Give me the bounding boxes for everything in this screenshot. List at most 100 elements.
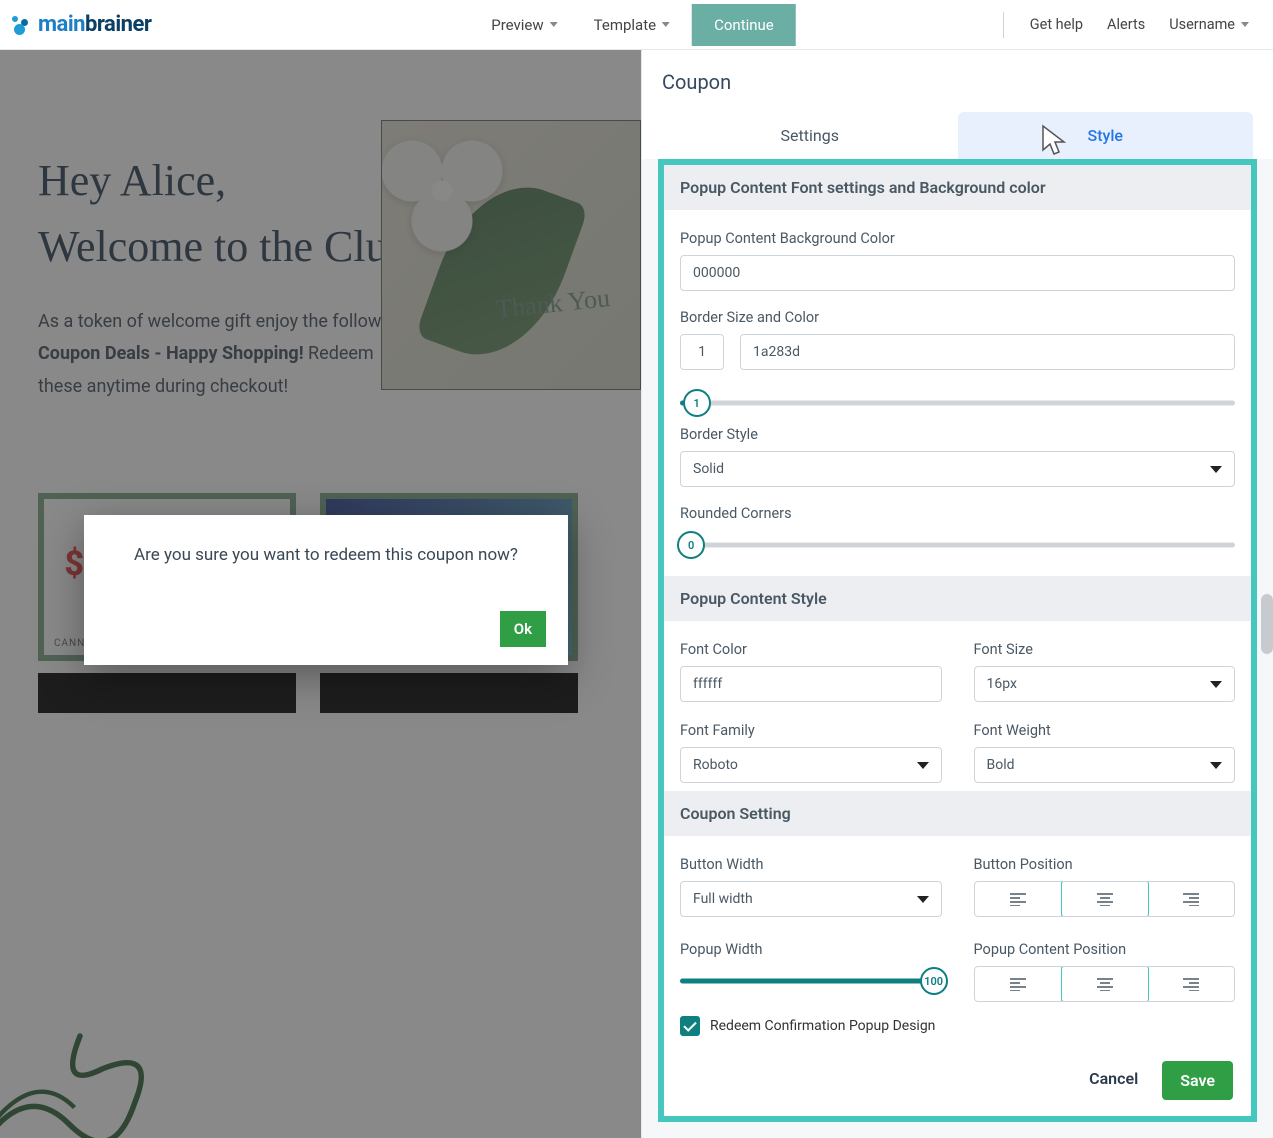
section-font-bg-head: Popup Content Font settings and Backgrou… [664,165,1251,210]
redeem-confirm-checkbox[interactable] [680,1016,700,1036]
border-color-value: 1a283d [753,344,800,360]
button-position-left[interactable] [975,882,1062,916]
canvas-preview: Thank You Hey Alice, Welcome to the Club… [0,50,641,1138]
align-center-icon [1096,892,1114,906]
font-color-input[interactable]: ffffff [680,666,942,702]
font-weight-label: Font Weight [974,722,1236,739]
chevron-down-icon [917,896,929,903]
slider-thumb[interactable]: 1 [683,389,711,417]
continue-button[interactable]: Continue [692,4,796,46]
popup-position-segmented [974,966,1236,1002]
nav-center: Preview Template Continue [477,4,796,46]
confirm-message: Are you sure you want to redeem this cou… [104,545,548,565]
chevron-down-icon [1241,22,1249,27]
chevron-down-icon [917,762,929,769]
border-style-value: Solid [693,461,724,477]
section-content-style-body: Font Color ffffff Font Size 16px [664,621,1251,791]
side-panel: Coupon Settings Style Popup Content Font… [641,50,1273,1138]
rounded-slider[interactable]: 0 [680,530,1235,560]
panel-title: Coupon [662,70,1253,94]
workspace: Thank You Hey Alice, Welcome to the Club… [0,50,1273,1138]
bg-color-value: 000000 [693,265,740,281]
chevron-down-icon [662,22,670,27]
align-left-icon [1009,892,1027,906]
section-font-bg-body: Popup Content Background Color 000000 Bo… [664,210,1251,576]
section-coupon-setting-head: Coupon Setting [664,791,1251,836]
font-weight-select[interactable]: Bold [974,747,1236,783]
align-left-icon [1009,977,1027,991]
font-family-value: Roboto [693,757,738,773]
bg-color-label: Popup Content Background Color [680,230,1235,247]
logo-icon [12,15,32,35]
section-content-style-head: Popup Content Style [664,576,1251,621]
preview-label: Preview [491,16,543,34]
scrollbar-thumb[interactable] [1261,594,1273,654]
panel-tabs: Settings Style [662,112,1253,159]
panel-footer: Cancel Save [664,1045,1251,1116]
popup-width-slider[interactable]: 100 [680,966,942,996]
border-size-input[interactable]: 1 [680,334,724,370]
nav-right: Get help Alerts Username [989,6,1261,43]
get-help-link[interactable]: Get help [1018,6,1095,43]
font-weight-value: Bold [987,757,1015,773]
template-menu[interactable]: Template [580,6,684,44]
font-color-value: ffffff [693,676,722,692]
border-style-select[interactable]: Solid [680,451,1235,487]
border-style-label: Border Style [680,426,1235,443]
tab-settings[interactable]: Settings [662,112,958,159]
button-width-label: Button Width [680,856,942,873]
button-width-select[interactable]: Full width [680,881,942,917]
popup-position-center[interactable] [1061,966,1149,1002]
logo-text: mainbrainer [38,12,151,37]
button-width-value: Full width [693,891,753,907]
save-button[interactable]: Save [1162,1061,1233,1100]
confirm-dialog: Are you sure you want to redeem this cou… [84,515,568,665]
panel-head: Coupon Settings Style [642,50,1273,159]
popup-width-label: Popup Width [680,941,942,958]
chevron-down-icon [550,22,558,27]
username-label: Username [1169,16,1235,33]
username-menu[interactable]: Username [1157,6,1261,43]
ok-button[interactable]: Ok [500,611,546,647]
chevron-down-icon [1210,681,1222,688]
font-family-select[interactable]: Roboto [680,747,942,783]
tab-style[interactable]: Style [958,112,1254,159]
slider-thumb[interactable]: 0 [677,531,705,559]
button-position-label: Button Position [974,856,1236,873]
panel-body: Popup Content Font settings and Backgrou… [658,159,1257,1122]
border-label: Border Size and Color [680,309,1235,326]
redeem-confirm-checkbox-row[interactable]: Redeem Confirmation Popup Design [680,1016,1235,1036]
font-family-label: Font Family [680,722,942,739]
border-size-slider[interactable]: 1 [680,388,1235,418]
chevron-down-icon [1210,762,1222,769]
redeem-confirm-label: Redeem Confirmation Popup Design [710,1018,935,1034]
bg-color-input[interactable]: 000000 [680,255,1235,291]
panel-scroll[interactable]: Popup Content Font settings and Backgrou… [664,165,1251,1116]
font-size-value: 16px [987,676,1017,692]
button-position-center[interactable] [1061,881,1149,917]
button-position-right[interactable] [1148,882,1234,916]
align-center-icon [1096,977,1114,991]
font-color-label: Font Color [680,641,942,658]
preview-menu[interactable]: Preview [477,6,571,44]
cancel-button[interactable]: Cancel [1083,1061,1144,1100]
button-position-segmented [974,881,1236,917]
align-right-icon [1182,977,1200,991]
border-size-value: 1 [698,344,706,360]
slider-thumb[interactable]: 100 [920,967,948,995]
template-label: Template [594,16,656,34]
border-color-input[interactable]: 1a283d [740,334,1235,370]
alerts-link[interactable]: Alerts [1095,6,1157,43]
top-bar: mainbrainer Preview Template Continue Ge… [0,0,1273,50]
chevron-down-icon [1210,466,1222,473]
logo[interactable]: mainbrainer [12,12,151,37]
popup-position-left[interactable] [975,967,1062,1001]
font-size-select[interactable]: 16px [974,666,1236,702]
popup-position-right[interactable] [1148,967,1234,1001]
align-right-icon [1182,892,1200,906]
rounded-label: Rounded Corners [680,505,1235,522]
divider [1003,12,1004,38]
cursor-icon [1040,124,1070,158]
popup-position-label: Popup Content Position [974,941,1236,958]
font-size-label: Font Size [974,641,1236,658]
